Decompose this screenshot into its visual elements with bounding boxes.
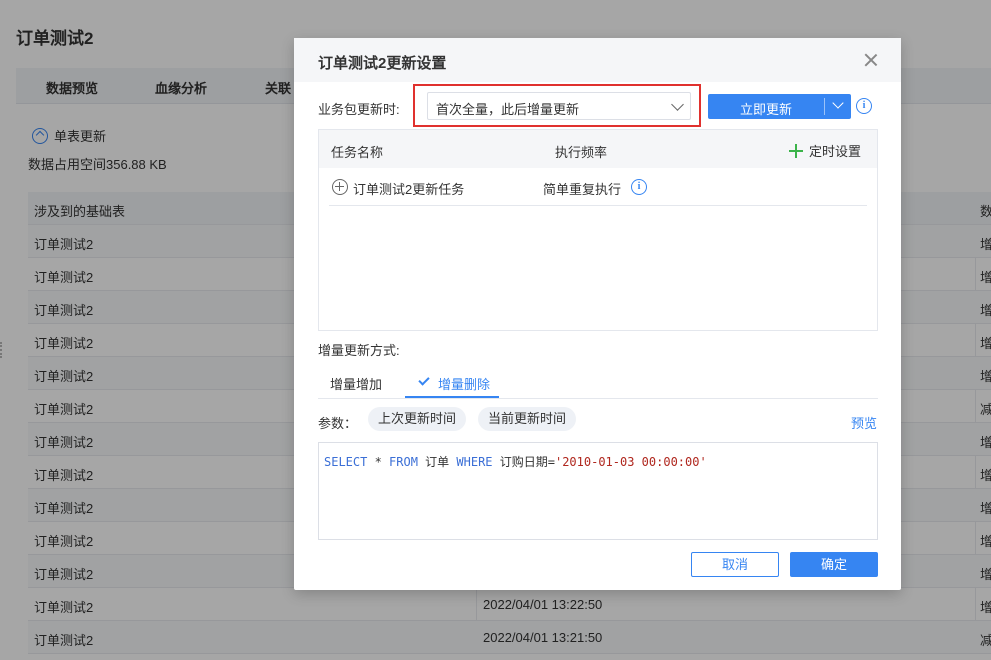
cancel-button[interactable]: 取消 [691,552,779,577]
timer-settings-button[interactable]: 定时设置 [789,141,861,160]
task-frequency: 简单重复执行 [543,182,622,197]
sql-keyword: SELECT [324,455,368,469]
check-icon [418,374,430,386]
tab-increment-delete[interactable]: 增量删除 [438,374,490,393]
chevron-down-icon[interactable] [832,97,844,109]
params-label: 参数： [318,416,358,431]
active-tab-indicator [405,396,499,398]
timer-settings-label: 定时设置 [809,144,862,159]
sql-table: 订单 [417,455,457,469]
task-panel: 任务名称 执行频率 定时设置 订单测试2更新任务 简单重复执行 i [318,129,878,331]
sql-condition: 订购日期= [492,455,555,469]
increment-mode-label: 增量更新方式: [318,343,400,358]
info-icon[interactable]: i [631,179,647,195]
drag-handle[interactable] [0,342,2,358]
param-current-update-time[interactable]: 当前更新时间 [478,407,577,431]
plus-icon [789,143,803,158]
dialog-header: 订单测试2更新设置 [294,38,901,82]
sql-string: '2010-01-03 00:00:00' [554,455,707,469]
button-separator [824,98,825,115]
update-mode-value: 首次全量，此后增量更新 [436,102,580,117]
update-mode-select[interactable]: 首次全量，此后增量更新 [427,92,691,120]
update-settings-dialog: 订单测试2更新设置 业务包更新时: 首次全量，此后增量更新 立即更新 i 任务名… [294,38,901,590]
close-icon[interactable] [863,52,879,68]
confirm-button[interactable]: 确定 [790,552,878,577]
chevron-down-icon [671,98,684,111]
task-name: 订单测试2更新任务 [353,182,465,197]
column-frequency: 执行频率 [555,145,608,160]
sql-text: * [367,455,390,469]
increment-tabs: 增量增加 增量删除 [318,365,878,399]
column-task-name: 任务名称 [331,145,384,160]
task-row[interactable]: 订单测试2更新任务 简单重复执行 i [329,168,867,206]
dialog-title: 订单测试2更新设置 [318,55,447,72]
update-now-button[interactable]: 立即更新 [708,94,851,119]
task-table-header: 任务名称 执行频率 定时设置 [319,130,877,168]
preview-link[interactable]: 预览 [851,413,877,432]
update-now-label: 立即更新 [739,102,792,117]
tab-increment-add[interactable]: 增量增加 [330,374,382,393]
task-add-icon [332,179,348,195]
sql-editor[interactable]: SELECT * FROM 订单 WHERE 订购日期='2010-01-03 … [318,442,878,540]
param-last-update-time[interactable]: 上次更新时间 [368,407,467,431]
sql-keyword: WHERE [456,455,493,469]
info-icon[interactable]: i [856,98,872,114]
update-mode-label: 业务包更新时: [318,102,400,117]
sql-keyword: FROM [389,455,418,469]
